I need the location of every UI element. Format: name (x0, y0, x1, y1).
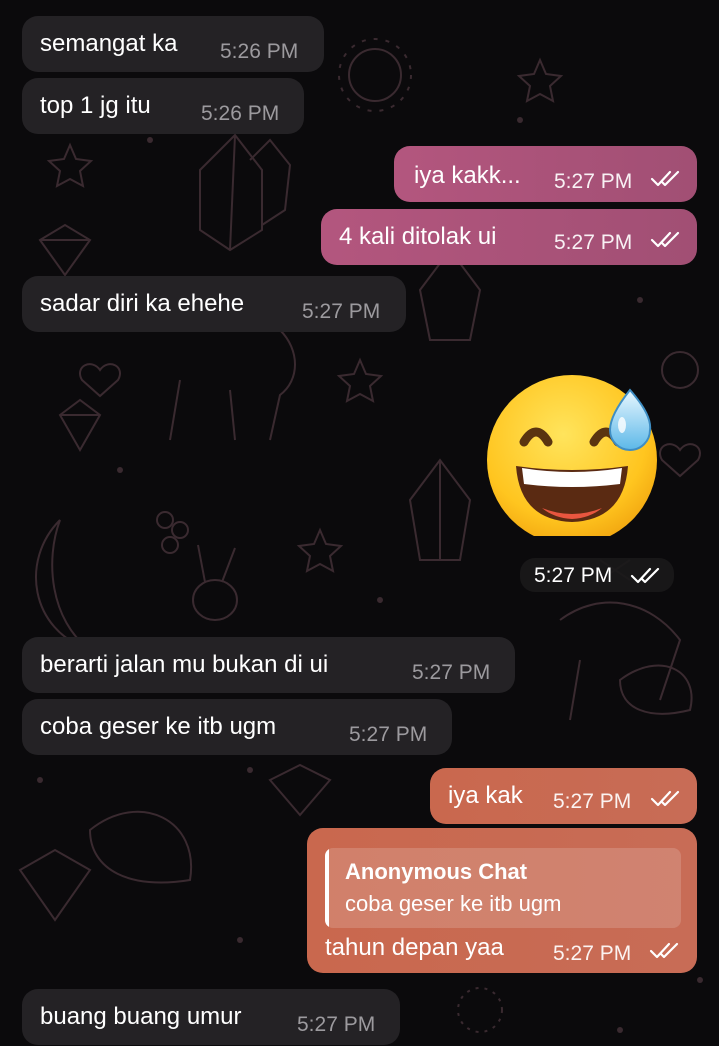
wallpaper-moon-doodle (35, 519, 91, 651)
message-text: 4 kali ditolak ui (339, 223, 497, 250)
message-text: iya kakk... (414, 162, 521, 189)
message-time: 5:26 PM (201, 102, 280, 125)
wallpaper-leaf-doodle (618, 664, 693, 715)
double-check-icon (649, 942, 679, 959)
message-bubble-incoming[interactable]: sadar diri ka ehehe 5:27 PM (22, 276, 406, 332)
emoji-message[interactable] (482, 370, 668, 545)
message-bubble-outgoing[interactable]: 4 kali ditolak ui 5:27 PM (321, 209, 697, 265)
message-bubble-incoming[interactable]: semangat ka 5:26 PM (22, 16, 324, 72)
message-time: 5:27 PM (302, 300, 381, 323)
message-text: tahun depan yaa (325, 934, 504, 961)
message-time: 5:27 PM (553, 790, 632, 813)
message-time: 5:27 PM (297, 1013, 376, 1036)
message-time: 5:27 PM (554, 170, 633, 193)
message-time: 5:27 PM (554, 231, 633, 254)
wallpaper-sun-doodle (348, 48, 402, 102)
message-time: 5:27 PM (534, 564, 613, 587)
message-text: berarti jalan mu bukan di ui (40, 651, 329, 678)
message-text: semangat ka (40, 30, 178, 57)
message-text: sadar diri ka ehehe (40, 290, 245, 317)
message-text: buang buang umur (40, 1003, 242, 1030)
reply-text: coba geser ke itb ugm (345, 891, 562, 916)
reply-sender-name: Anonymous Chat (345, 859, 528, 884)
message-text: coba geser ke itb ugm (40, 713, 277, 740)
message-bubble-outgoing[interactable]: iya kakk... 5:27 PM (394, 146, 697, 202)
reply-quote[interactable]: Anonymous Chat coba geser ke itb ugm (325, 848, 681, 928)
message-bubble-incoming[interactable]: top 1 jg itu 5:26 PM (22, 78, 304, 134)
double-check-icon (650, 170, 680, 187)
double-check-icon (650, 790, 680, 807)
wallpaper-bunny-doodle (192, 579, 238, 621)
wallpaper-gem-doodle (38, 223, 92, 277)
emoji-time-badge: 5:27 PM (520, 558, 674, 592)
message-bubble-incoming[interactable]: coba geser ke itb ugm 5:27 PM (22, 699, 452, 755)
message-text: top 1 jg itu (40, 92, 151, 119)
message-bubble-outgoing-reply[interactable]: Anonymous Chat coba geser ke itb ugm tah… (307, 828, 697, 973)
wallpaper-gem-doodle-2 (18, 848, 92, 922)
message-time: 5:27 PM (412, 661, 491, 684)
message-bubble-outgoing[interactable]: iya kak 5:27 PM (430, 768, 697, 824)
double-check-icon (650, 231, 680, 248)
wallpaper-crystal-doodle (199, 133, 263, 252)
double-check-icon (630, 567, 660, 584)
message-time: 5:27 PM (553, 942, 632, 965)
message-text: iya kak (448, 782, 523, 809)
wallpaper-heart-doodle (79, 363, 121, 398)
wallpaper-star-doodle (46, 142, 94, 188)
message-bubble-incoming[interactable]: buang buang umur 5:27 PM (22, 989, 400, 1045)
grinning-face-with-sweat-icon (487, 375, 657, 545)
message-bubble-incoming[interactable]: berarti jalan mu bukan di ui 5:27 PM (22, 637, 515, 693)
message-time: 5:27 PM (349, 723, 428, 746)
message-time: 5:26 PM (220, 40, 299, 63)
reply-quote-bar (325, 848, 329, 928)
